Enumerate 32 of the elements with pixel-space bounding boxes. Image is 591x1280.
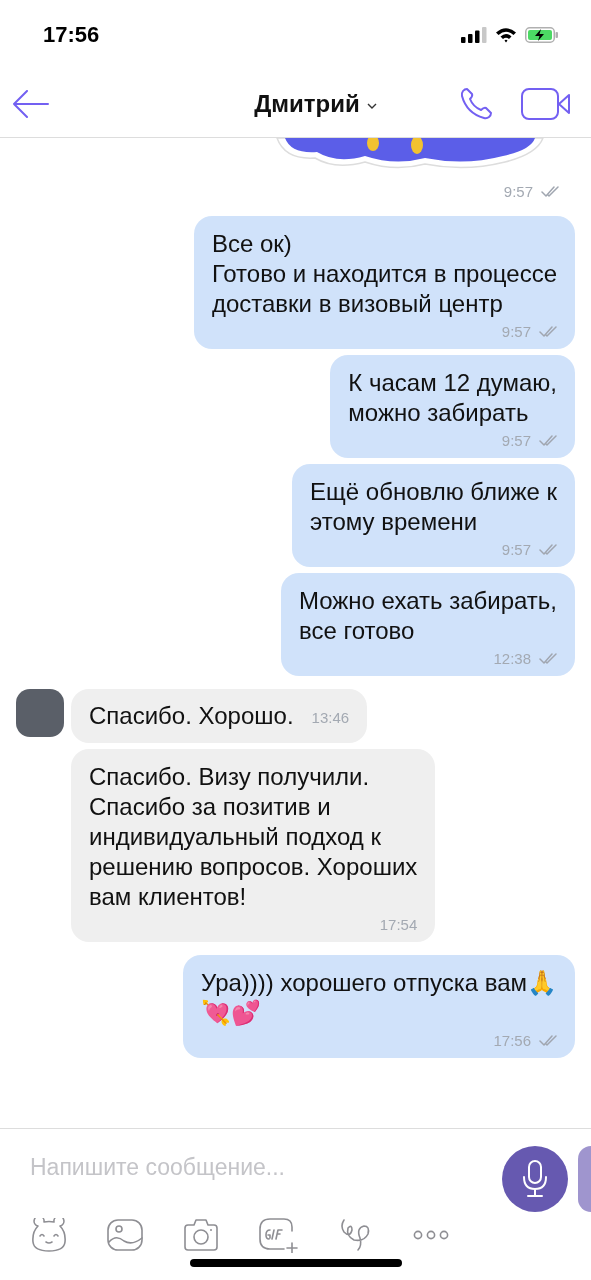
message-time: 9:57 <box>501 323 531 340</box>
phone-icon[interactable] <box>459 86 493 121</box>
signal-icon <box>461 27 487 43</box>
message-text: Ура)))) хорошего отпуска вам🙏 💘💕 <box>200 968 557 1028</box>
microphone-icon <box>522 1160 548 1198</box>
battery-charging-icon <box>525 27 559 43</box>
message-text: Спасибо. Визу получили. Спасибо за позитив и индивидуальный подход к решению вопросов. Хороших вам клиентов! <box>89 762 418 912</box>
caret-icon[interactable] <box>366 102 377 109</box>
camera-icon[interactable] <box>182 1218 220 1252</box>
back-arrow-icon[interactable] <box>12 89 50 118</box>
message-time: 17:54 <box>379 916 418 933</box>
gif-plus-icon[interactable] <box>258 1217 300 1253</box>
contact-name[interactable]: Дмитрий <box>254 89 360 118</box>
message-time: 17:56 <box>493 1032 531 1049</box>
message-text: Спасибо. Хорошо. <box>89 701 294 731</box>
round-button-partial[interactable] <box>578 1146 591 1212</box>
message-time: 13:46 <box>311 708 350 726</box>
message-time: 12:38 <box>493 650 531 667</box>
status-time: 17:56 <box>43 22 100 48</box>
message-text: К часам 12 думаю, можно забирать <box>348 368 557 428</box>
message-time: 9:57 <box>503 183 533 200</box>
message-text: Можно ехать забирать, все готово <box>298 586 557 646</box>
message-time: 9:57 <box>501 541 531 558</box>
message-text: Ещё обновлю ближе к этому времени <box>310 477 557 537</box>
image-icon[interactable] <box>106 1218 144 1252</box>
more-dots-icon[interactable] <box>412 1229 450 1241</box>
message-time: 9:57 <box>501 432 531 449</box>
message-input-field[interactable]: Напишите сообщение... <box>30 1153 430 1181</box>
wifi-icon <box>495 27 517 43</box>
bear-face-icon[interactable] <box>30 1218 68 1252</box>
video-camera-icon[interactable] <box>521 87 571 120</box>
message-text: Все ок) Готово и находится в процессе доставки в визовый центр <box>211 229 557 319</box>
